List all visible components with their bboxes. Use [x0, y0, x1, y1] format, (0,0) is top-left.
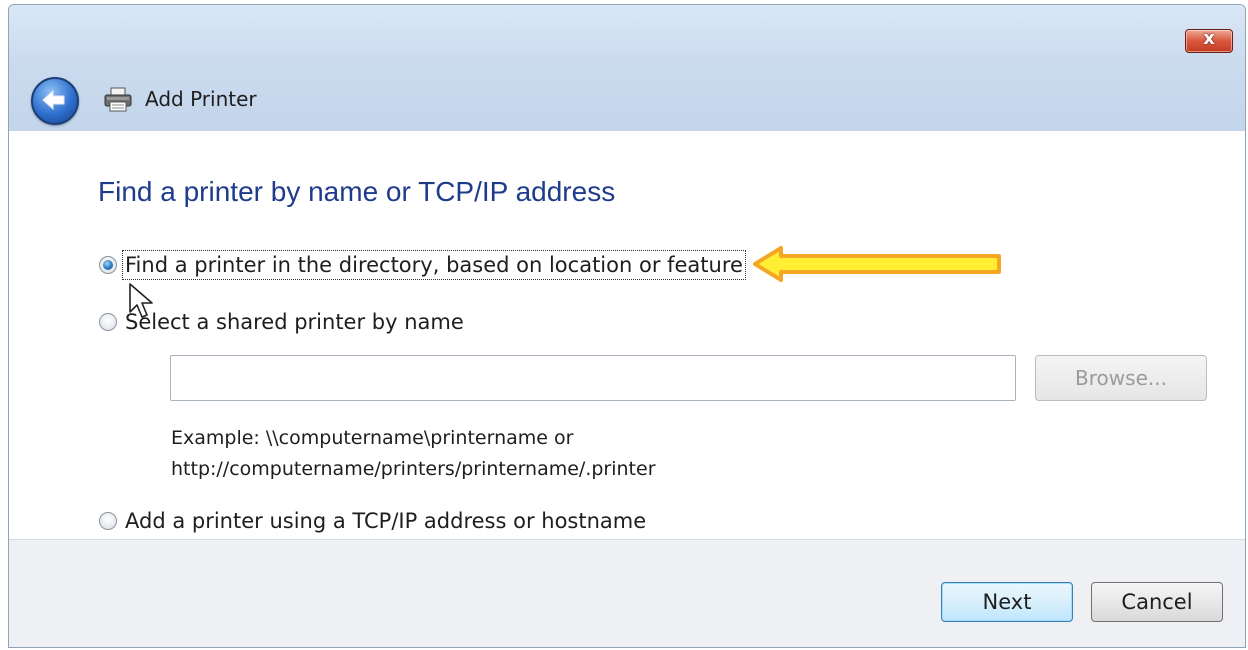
option-tcpip-label[interactable]: Add a printer using a TCP/IP address or …: [125, 509, 646, 533]
title-bar: x Add Printer: [9, 5, 1245, 131]
highlight-arrow-icon: [753, 246, 1001, 282]
close-icon: x: [1203, 28, 1215, 49]
radio-find-directory[interactable]: [99, 256, 117, 274]
add-printer-dialog: x Add Printer Find a printer by name or …: [8, 4, 1246, 648]
browse-button[interactable]: Browse...: [1035, 355, 1207, 401]
next-button[interactable]: Next: [941, 582, 1073, 622]
option-find-directory-label[interactable]: Find a printer in the directory, based o…: [122, 250, 746, 280]
option-find-directory[interactable]: Find a printer in the directory, based o…: [99, 250, 746, 280]
back-arrow-icon: [42, 89, 65, 111]
example-line-1: Example: \\computername\printername or: [171, 427, 574, 449]
example-text: Example: \\computername\printername or h…: [171, 423, 656, 485]
mouse-cursor-icon: [129, 283, 153, 318]
cancel-button[interactable]: Cancel: [1091, 582, 1223, 622]
radio-tcpip[interactable]: [99, 512, 117, 530]
wizard-content: Find a printer by name or TCP/IP address…: [9, 131, 1245, 539]
shared-printer-name-input[interactable]: [170, 355, 1016, 401]
back-button[interactable]: [31, 77, 79, 125]
example-line-2: http://computername/printers/printername…: [171, 458, 656, 480]
page-heading: Find a printer by name or TCP/IP address: [98, 176, 616, 207]
window-title: Add Printer: [145, 87, 257, 111]
option-tcpip[interactable]: Add a printer using a TCP/IP address or …: [99, 507, 646, 535]
option-shared-printer-label[interactable]: Select a shared printer by name: [125, 310, 464, 334]
dialog-footer: Next Cancel: [9, 539, 1245, 647]
close-button[interactable]: x: [1185, 28, 1233, 53]
radio-shared-printer[interactable]: [99, 313, 117, 331]
printer-icon: [104, 87, 132, 112]
